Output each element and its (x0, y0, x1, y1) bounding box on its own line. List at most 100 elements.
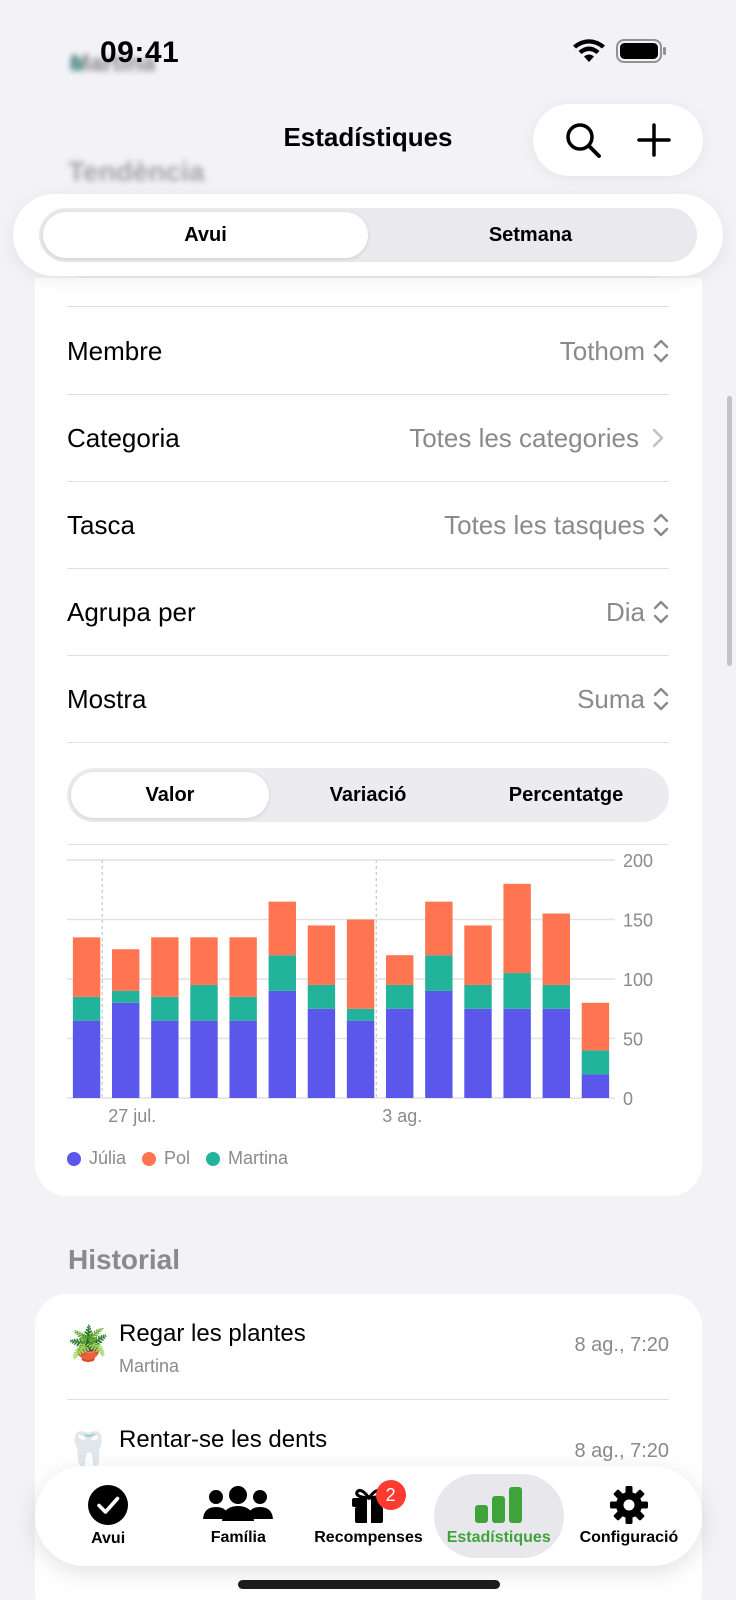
divider (67, 844, 669, 845)
y-tick-label: 0 (623, 1089, 633, 1109)
bar-segment-pol[interactable] (151, 937, 179, 997)
list-item[interactable]: 🪴 Regar les plantes Martina 8 ag., 7:20 (67, 1294, 669, 1400)
bar-segment-júlia[interactable] (112, 1002, 140, 1098)
legend-label: Júlia (89, 1148, 127, 1168)
mode-option-value[interactable]: Valor (71, 772, 269, 818)
period-option-today[interactable]: Avui (43, 212, 368, 258)
chevron-up-down-icon (653, 339, 669, 363)
bar-segment-pol[interactable] (542, 913, 570, 985)
history-item-time: 8 ag., 7:20 (574, 1334, 669, 1356)
bar-segment-júlia[interactable] (464, 1008, 492, 1098)
notification-badge: 2 (375, 1480, 406, 1510)
chevron-up-down-icon (653, 600, 669, 624)
bar-segment-martina[interactable] (542, 984, 570, 1009)
bar-segment-martina[interactable] (112, 990, 140, 1003)
history-section-title: Historial (68, 1244, 181, 1275)
chevron-up-down-icon (653, 687, 669, 711)
period-switch-container: Avui Setmana (13, 194, 723, 276)
filter-row-task[interactable]: Tasca Totes les tasques (67, 482, 669, 569)
bar-segment-pol[interactable] (229, 937, 257, 997)
filter-value: Totes les tasques (444, 509, 645, 540)
bar-segment-júlia[interactable] (581, 1074, 610, 1098)
legend-item: Pol (142, 1148, 190, 1169)
tab-settings[interactable]: Configuració (564, 1474, 694, 1558)
bar-segment-martina[interactable] (346, 1008, 375, 1021)
period-option-week[interactable]: Setmana (368, 212, 693, 258)
bar-segment-júlia[interactable] (542, 1008, 570, 1098)
chart-legend: Júlia Pol Martina (67, 1148, 288, 1169)
filter-label: Mostra (67, 683, 147, 714)
tab-label: Estadístiques (446, 1529, 551, 1546)
filter-label: Tasca (67, 509, 135, 540)
tab-family[interactable]: Família (173, 1474, 303, 1558)
bar-segment-martina[interactable] (307, 984, 336, 1009)
filter-row-group-by[interactable]: Agrupa per Dia (67, 569, 669, 656)
bar-segment-júlia[interactable] (190, 1020, 218, 1098)
bar-segment-martina[interactable] (190, 984, 218, 1021)
legend-dot (67, 1151, 81, 1166)
bar-segment-pol[interactable] (581, 1002, 610, 1051)
mode-option-percentage[interactable]: Percentatge (467, 772, 665, 818)
mode-option-variation[interactable]: Variació (269, 772, 467, 818)
bar-segment-martina[interactable] (581, 1050, 610, 1075)
people-icon (203, 1486, 274, 1521)
bar-segment-pol[interactable] (464, 925, 492, 985)
period-segmented-control: Avui Setmana (39, 208, 697, 262)
filter-value: Tothom (559, 335, 645, 366)
chart-bar-icon (474, 1487, 522, 1523)
bar-segment-martina[interactable] (72, 996, 101, 1021)
filter-label: Membre (67, 335, 163, 366)
tab-statistics[interactable]: Estadístiques (433, 1474, 564, 1558)
scrollbar[interactable] (727, 396, 732, 666)
bar-segment-júlia[interactable] (72, 1020, 101, 1098)
bar-segment-martina[interactable] (503, 973, 531, 1009)
bar-segment-pol[interactable] (268, 901, 296, 956)
bar-segment-júlia[interactable] (425, 990, 453, 1098)
y-tick-label: 150 (623, 911, 653, 931)
tooth-icon: 🦷 (67, 1431, 110, 1469)
wifi-icon (573, 39, 605, 62)
tab-rewards[interactable]: 2 Recompenses (303, 1474, 433, 1558)
filter-row-category[interactable]: Categoria Totes les categories (67, 395, 669, 482)
bar-segment-martina[interactable] (386, 984, 414, 1009)
search-icon (565, 123, 601, 158)
bar-segment-júlia[interactable] (307, 1008, 336, 1098)
bar-segment-martina[interactable] (464, 984, 492, 1009)
nav-actions (533, 104, 703, 176)
tab-label: Recompenses (314, 1529, 423, 1546)
tab-label: Avui (91, 1530, 126, 1547)
bar-segment-júlia[interactable] (268, 990, 296, 1098)
bar-segment-pol[interactable] (346, 919, 375, 1009)
bar-segment-júlia[interactable] (151, 1020, 179, 1098)
search-button[interactable] (559, 116, 607, 164)
legend-dot (142, 1151, 157, 1166)
bar-segment-pol[interactable] (386, 955, 414, 985)
legend-item: Martina (206, 1148, 288, 1169)
add-button[interactable] (630, 116, 678, 164)
bar-segment-martina[interactable] (425, 955, 453, 991)
tab-today[interactable]: Avui (43, 1474, 173, 1558)
battery-icon (616, 39, 666, 63)
bar-segment-júlia[interactable] (346, 1020, 375, 1098)
bar-segment-júlia[interactable] (386, 1008, 414, 1098)
chevron-up-down-icon (653, 513, 669, 537)
bar-segment-pol[interactable] (307, 925, 336, 985)
bar-segment-martina[interactable] (151, 996, 179, 1021)
bar-segment-pol[interactable] (503, 883, 531, 974)
bar-segment-pol[interactable] (425, 901, 453, 956)
filter-row-show[interactable]: Mostra Suma (67, 656, 669, 743)
filter-value: Dia (605, 596, 645, 627)
filter-value: Totes les categories (409, 422, 639, 453)
bar-segment-pol[interactable] (190, 937, 218, 985)
bar-segment-martina[interactable] (268, 955, 296, 991)
bar-segment-martina[interactable] (229, 996, 257, 1021)
bar-segment-júlia[interactable] (503, 1008, 531, 1098)
filter-row-member[interactable]: Membre Tothom (67, 308, 669, 395)
gear-icon (609, 1486, 648, 1524)
bar-segment-pol[interactable] (72, 937, 101, 997)
history-item-time: 8 ag., 7:20 (574, 1440, 669, 1462)
statistics-card: Membre Tothom Categoria Totes les catego… (35, 278, 702, 1196)
bar-segment-pol[interactable] (112, 949, 140, 991)
filter-value: Suma (577, 683, 645, 714)
bar-segment-júlia[interactable] (229, 1020, 257, 1098)
